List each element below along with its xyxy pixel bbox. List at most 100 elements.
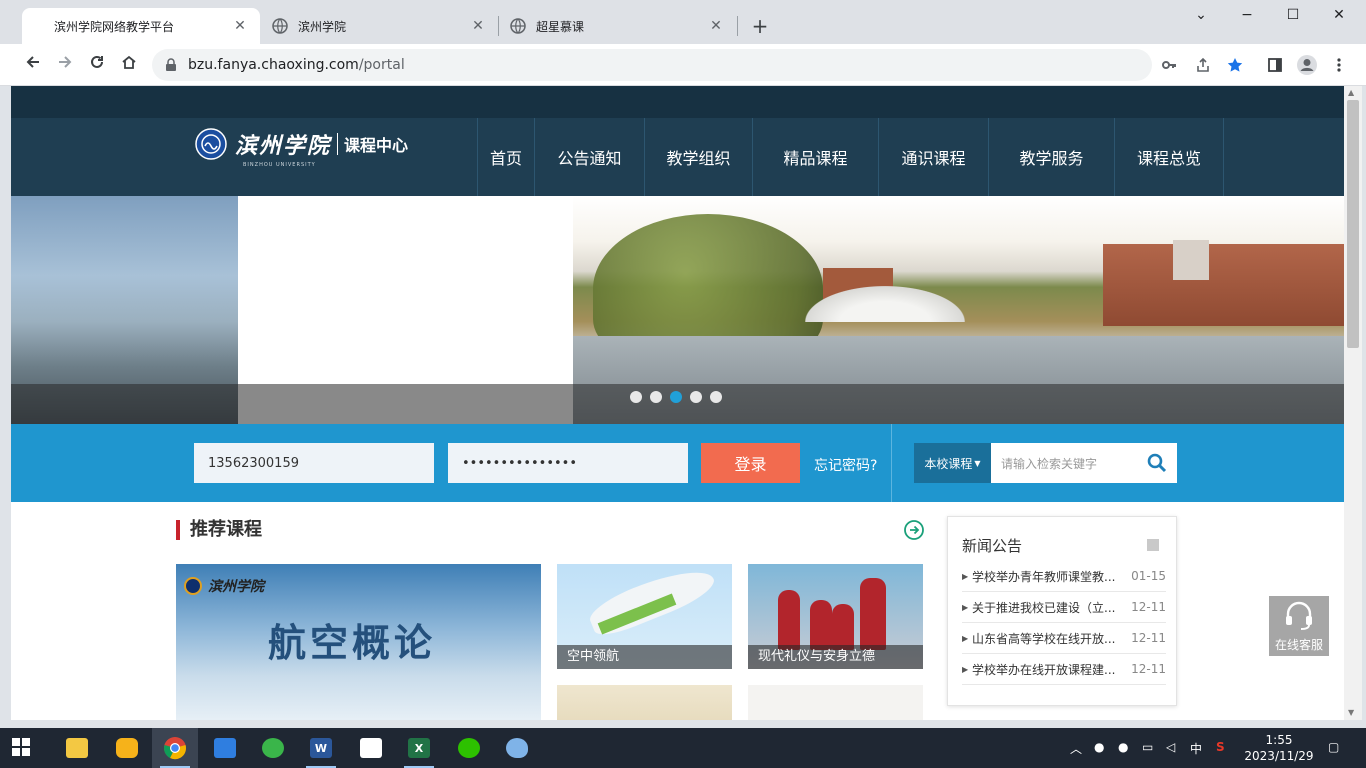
scroll-down-icon[interactable]: ▼ [1348, 708, 1354, 717]
hero-carousel[interactable] [11, 196, 1344, 424]
reload-icon [91, 55, 103, 68]
login-button[interactable]: 登录 [701, 443, 800, 483]
password-input[interactable]: ••••••••••••••• [448, 443, 688, 483]
taskbar-chrome[interactable] [152, 728, 198, 768]
course-card[interactable]: 现代礼仪与安身立德 [748, 564, 923, 669]
site-logo[interactable]: 滨州学院 BINZHOU UNIVERSITY 课程中心 [195, 128, 408, 168]
tab-close-icon[interactable]: ✕ [708, 18, 724, 34]
taskbar-excel[interactable]: X [396, 728, 442, 768]
nav-teaching-org[interactable]: 教学组织 [644, 118, 752, 196]
folder-icon [66, 738, 88, 758]
tab-binzhou-university[interactable]: 滨州学院 ✕ [260, 8, 498, 44]
minimize-button[interactable]: − [1224, 0, 1270, 32]
share-icon[interactable] [1188, 49, 1218, 81]
carousel-dot[interactable] [690, 391, 702, 403]
nav-home[interactable]: 首页 [477, 118, 534, 196]
more-arrow-icon[interactable] [904, 520, 924, 540]
tray-qq-icon[interactable]: ● [1118, 740, 1128, 754]
course-card-caption: 现代礼仪与安身立德 [748, 645, 923, 669]
bookmark-star-icon[interactable] [1220, 49, 1250, 81]
clock-date: 2023/11/29 [1244, 749, 1314, 763]
windows-start-icon[interactable] [12, 738, 30, 756]
course-card-featured[interactable]: 滨州学院 航空概论 [176, 564, 541, 720]
nav-announcements[interactable]: 公告通知 [534, 118, 644, 196]
new-tab-button[interactable]: + [748, 14, 772, 38]
tray-network-icon[interactable]: ▭ [1142, 740, 1153, 754]
news-item[interactable]: ▶ 学校举办在线开放课程建... 12-11 [962, 654, 1166, 685]
nav-quality-courses[interactable]: 精品课程 [752, 118, 878, 196]
forgot-password-link[interactable]: 忘记密码? [814, 455, 877, 475]
bullet-icon: ▶ [962, 571, 969, 581]
carousel-dot[interactable] [630, 391, 642, 403]
bullet-icon: ▶ [962, 633, 969, 643]
nav-teaching-services[interactable]: 教学服务 [988, 118, 1114, 196]
address-bar[interactable]: bzu.fanya.chaoxing.com/portal [152, 49, 1243, 81]
home-button[interactable] [116, 52, 142, 78]
site-header: 滨州学院 BINZHOU UNIVERSITY 课程中心 首页 公告通知 教学组… [11, 118, 1344, 196]
side-panel-icon[interactable] [1262, 52, 1288, 78]
news-item-title: 关于推进我校已建设（立... [972, 600, 1116, 615]
caret-down-icon: ▼ [974, 458, 981, 468]
tab-search-icon[interactable]: ⌄ [1178, 0, 1224, 32]
tray-wechat-icon[interactable]: ● [1094, 740, 1104, 754]
tab-close-icon[interactable]: ✕ [470, 18, 486, 34]
course-card[interactable]: 空中领航 [557, 564, 732, 669]
arrow-left-icon [26, 56, 39, 68]
course-card[interactable] [748, 685, 923, 720]
password-key-icon[interactable] [1154, 49, 1184, 81]
taskbar-app[interactable] [250, 728, 296, 768]
scroll-up-icon[interactable]: ▲ [1348, 88, 1354, 97]
tab-close-icon[interactable]: ✕ [232, 18, 248, 34]
course-card[interactable] [557, 685, 732, 720]
profile-avatar-icon[interactable] [1294, 52, 1320, 78]
search-scope-select[interactable]: 本校课程 ▼ [914, 443, 991, 483]
tray-chevron-up-icon[interactable]: ︿ [1070, 740, 1082, 757]
carousel-dot[interactable] [650, 391, 662, 403]
online-service-button[interactable]: 在线客服 [1269, 596, 1329, 656]
course-card-title: 航空概论 [268, 621, 437, 665]
news-more-icon[interactable] [1147, 539, 1159, 551]
carousel-dot-active[interactable] [670, 391, 682, 403]
tray-input-language[interactable]: 中 [1190, 740, 1202, 757]
news-item-title: 学校举办青年教师课堂教... [972, 569, 1116, 584]
search-icon[interactable] [1147, 453, 1167, 473]
page-scrollbar[interactable]: ▲ ▼ [1344, 86, 1362, 720]
taskbar-clock[interactable]: 1:55 2023/11/29 [1244, 732, 1314, 764]
news-item[interactable]: ▶ 学校举办青年教师课堂教... 01-15 [962, 561, 1166, 592]
reload-button[interactable] [84, 52, 110, 78]
taskbar-paint[interactable] [494, 728, 540, 768]
scrollbar-thumb[interactable] [1347, 100, 1359, 348]
taskbar-wechat[interactable] [446, 728, 492, 768]
chrome-icon [164, 737, 186, 760]
maximize-button[interactable]: ☐ [1270, 0, 1316, 32]
carousel-overlay [11, 384, 1344, 424]
taskbar-app[interactable] [202, 728, 248, 768]
taskbar-word[interactable]: W [298, 728, 344, 768]
carousel-dot[interactable] [710, 391, 722, 403]
notification-icon[interactable]: ▢ [1328, 740, 1339, 754]
nav-course-overview[interactable]: 课程总览 [1114, 118, 1224, 196]
course-search-input[interactable]: 请输入检索关键字 [991, 443, 1177, 483]
course-card-caption: 空中领航 [557, 645, 732, 669]
news-item[interactable]: ▶ 山东省高等学校在线开放... 12-11 [962, 623, 1166, 654]
news-item-date: 01-15 [1131, 569, 1166, 583]
tray-sogou-icon[interactable]: S [1216, 740, 1225, 754]
username-input[interactable]: 13562300159 [194, 443, 434, 483]
close-window-button[interactable]: ✕ [1316, 0, 1362, 32]
menu-kebab-icon[interactable] [1326, 52, 1352, 78]
back-button[interactable] [20, 52, 46, 78]
news-item-date: 12-11 [1131, 631, 1166, 645]
taskbar-file-explorer[interactable] [54, 728, 100, 768]
photos-icon [360, 738, 382, 758]
tray-volume-icon[interactable]: ◁ [1166, 740, 1175, 754]
course-card-logo-text: 滨州学院 [208, 579, 264, 595]
university-emblem-icon [184, 577, 202, 595]
forward-button[interactable] [52, 52, 78, 78]
taskbar-app[interactable] [104, 728, 150, 768]
taskbar-photos[interactable] [348, 728, 394, 768]
nav-general-courses[interactable]: 通识课程 [878, 118, 988, 196]
tab-binzhou-platform[interactable]: 滨州学院网络教学平台 ✕ [22, 8, 260, 44]
tab-chaoxing-mooc[interactable]: 超星慕课 ✕ [498, 8, 736, 44]
app-icon [116, 738, 138, 758]
news-item[interactable]: ▶ 关于推进我校已建设（立... 12-11 [962, 592, 1166, 623]
